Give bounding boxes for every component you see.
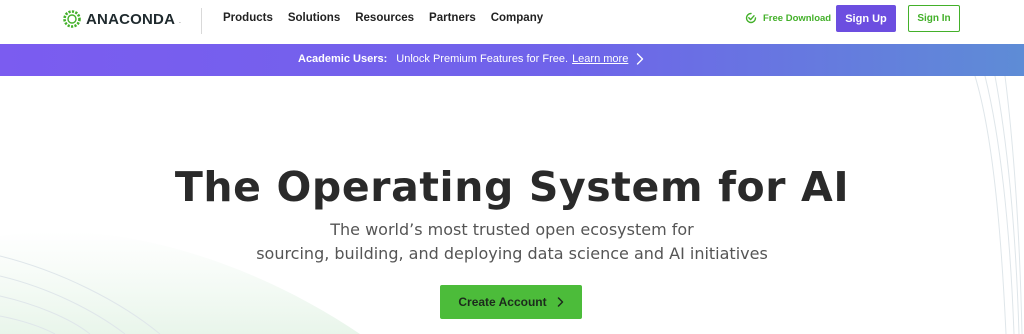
banner-text: Unlock Premium Features for Free. [396,53,569,65]
download-check-icon [745,12,757,24]
site-header: ANACONDA . Products Solutions Resources … [0,0,1024,44]
create-account-label: Create Account [458,295,547,309]
free-download-label: Free Download [763,12,832,24]
sign-up-button[interactable]: Sign Up [836,5,896,32]
free-download-link[interactable]: Free Download [745,12,831,24]
academic-banner: Academic Users: Unlock Premium Features … [0,44,1024,76]
sign-in-button[interactable]: Sign In [908,5,960,32]
nav-item-partners[interactable]: Partners [429,12,476,24]
hero-subtitle: The world’s most trusted open ecosystem … [0,218,1024,266]
chevron-right-icon [637,53,644,65]
nav-item-solutions[interactable]: Solutions [288,12,340,24]
nav-item-products[interactable]: Products [223,12,273,24]
logo-text: ANACONDA [86,10,176,28]
create-account-button[interactable]: Create Account [440,285,582,319]
chevron-right-icon [557,297,563,307]
header-divider [201,8,202,34]
hero-subtitle-line-2: sourcing, building, and deploying data s… [256,244,768,263]
banner-heading: Academic Users: [298,53,388,65]
logo-trademark: . [179,19,181,25]
nav-item-resources[interactable]: Resources [355,12,414,24]
anaconda-logo[interactable]: ANACONDA . [62,9,181,29]
nav-item-company[interactable]: Company [491,12,543,24]
learn-more-link[interactable]: Learn more [572,53,628,65]
hero-title: The Operating System for AI [174,163,850,211]
anaconda-logo-icon [63,10,81,28]
main-nav: Products Solutions Resources Partners Co… [223,12,558,24]
page: ANACONDA . Products Solutions Resources … [0,0,1024,334]
hero-subtitle-line-1: The world’s most trusted open ecosystem … [330,220,694,239]
banner-content: Academic Users: Unlock Premium Features … [298,53,644,65]
